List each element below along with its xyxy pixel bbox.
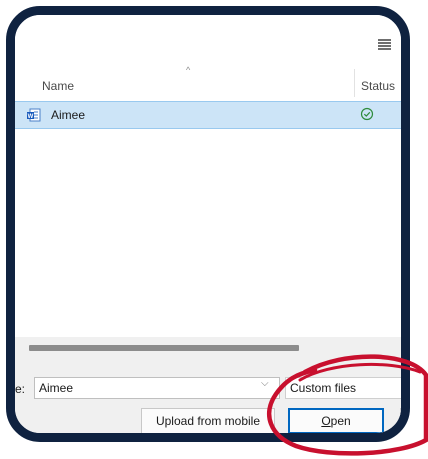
column-header-status[interactable]: Status	[361, 79, 395, 93]
horizontal-scrollbar-thumb[interactable]	[29, 345, 299, 351]
file-name-label: e:	[15, 382, 26, 396]
cancel-button[interactable]	[400, 408, 401, 433]
open-button-label: pen	[330, 414, 351, 428]
open-button-accelerator: O	[321, 414, 331, 428]
svg-text:W: W	[28, 114, 34, 120]
phone-frame: ^ Name Status W Aimee e: Aimee ⌵ Custom …	[6, 6, 410, 442]
chevron-down-icon[interactable]: ⌵	[261, 378, 269, 389]
open-button[interactable]: Open	[288, 408, 384, 433]
column-header-name[interactable]: Name	[42, 79, 74, 93]
upload-from-mobile-button[interactable]: Upload from mobile	[141, 408, 275, 433]
list-header: ^ Name Status	[15, 65, 401, 101]
synced-check-icon	[360, 107, 374, 121]
word-document-icon: W	[27, 108, 41, 122]
file-list-empty-area[interactable]	[15, 129, 401, 337]
sort-caret-icon: ^	[186, 65, 191, 75]
file-name-input[interactable]: Aimee	[34, 377, 280, 399]
file-type-select[interactable]: Custom files	[285, 377, 401, 399]
toolbar	[15, 15, 401, 63]
menu-icon[interactable]	[378, 39, 391, 50]
column-divider[interactable]	[354, 69, 355, 97]
file-name: Aimee	[51, 108, 86, 122]
file-row[interactable]: W Aimee	[15, 101, 401, 129]
